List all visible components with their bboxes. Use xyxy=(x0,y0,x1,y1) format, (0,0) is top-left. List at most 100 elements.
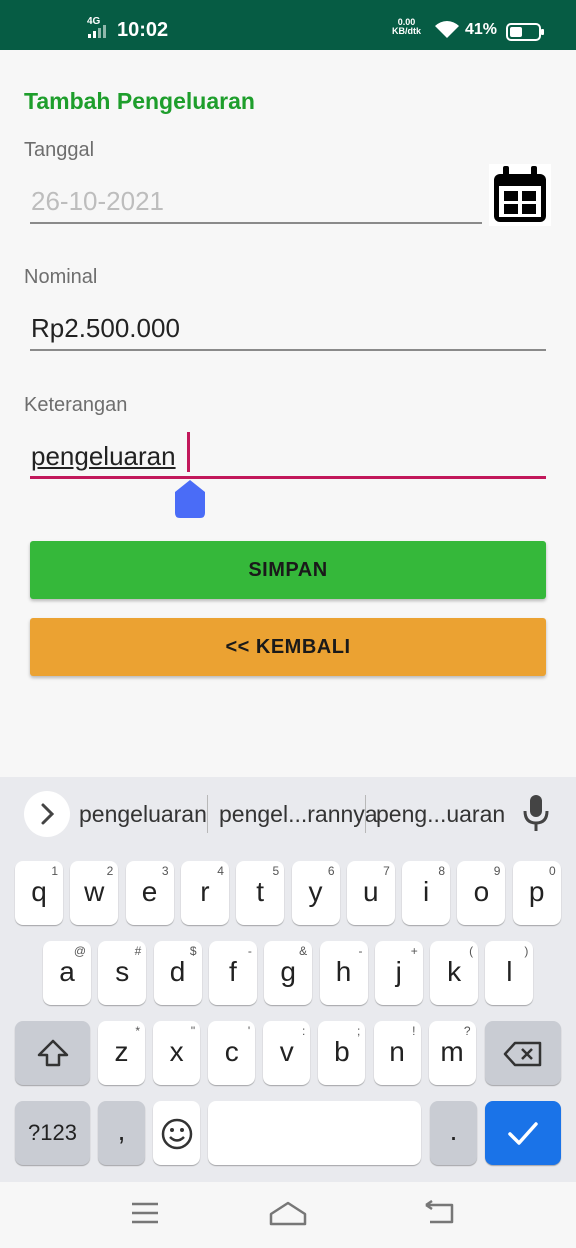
key-h[interactable]: -h xyxy=(319,941,368,1005)
key-g[interactable]: & g xyxy=(264,941,313,1005)
key-q[interactable]: 1q xyxy=(15,861,63,925)
key-label: c xyxy=(224,1036,239,1067)
enter-key[interactable] xyxy=(485,1101,561,1165)
key-label: m xyxy=(440,1036,464,1067)
key-label: w xyxy=(84,876,105,907)
back-button[interactable]: << KEMBALI xyxy=(30,618,546,676)
wifi-icon xyxy=(435,21,459,38)
key-d[interactable]: $ d xyxy=(153,941,202,1005)
shift-key[interactable] xyxy=(15,1021,90,1085)
tanggal-label: Tanggal xyxy=(24,139,95,161)
emoji-icon xyxy=(161,1118,193,1150)
key-label: h xyxy=(335,956,352,987)
comma-label: , xyxy=(117,1115,126,1146)
keyboard: pengeluaran pengel...rannya peng...uaran… xyxy=(0,777,576,1182)
clock: 10:02 xyxy=(117,19,169,41)
backspace-key[interactable] xyxy=(485,1021,561,1085)
key-s[interactable]: # s xyxy=(98,941,147,1005)
key-e[interactable]: 3e xyxy=(125,861,174,925)
battery-icon xyxy=(506,23,544,41)
key-label: i xyxy=(422,876,430,907)
emoji-key[interactable] xyxy=(153,1101,200,1165)
key-i[interactable]: 8i xyxy=(402,861,451,925)
key-b[interactable]: ; b xyxy=(318,1021,366,1085)
tanggal-underline xyxy=(30,222,482,224)
suggestion-3[interactable]: peng...uaran xyxy=(376,801,505,828)
home-icon[interactable] xyxy=(268,1200,308,1231)
keterangan-field[interactable]: pengeluaran xyxy=(31,441,176,472)
key-r[interactable]: 4r xyxy=(180,861,229,925)
tanggal-field[interactable]: 26-10-2021 xyxy=(31,186,164,217)
key-t[interactable]: 5t xyxy=(236,861,285,925)
key-label: d xyxy=(169,956,186,987)
period-key[interactable]: . xyxy=(430,1101,477,1165)
key-label: f xyxy=(229,956,237,987)
suggestion-divider xyxy=(365,795,366,833)
period-label: . xyxy=(449,1115,458,1146)
key-label: j xyxy=(395,956,402,987)
key-o[interactable]: 9o xyxy=(457,861,506,925)
symbols-key[interactable]: ?123 xyxy=(15,1101,90,1165)
navigation-bar xyxy=(0,1182,576,1248)
shift-icon xyxy=(37,1039,69,1067)
key-label: g xyxy=(280,956,296,987)
expand-arrow-icon[interactable] xyxy=(24,791,70,837)
nominal-label: Nominal xyxy=(24,266,98,288)
key-m[interactable]: ? m xyxy=(428,1021,476,1085)
key-w[interactable]: 2w xyxy=(70,861,119,925)
key-k[interactable]: (k xyxy=(430,941,479,1005)
key-a[interactable]: @ a xyxy=(43,941,91,1005)
key-label: v xyxy=(279,1036,294,1067)
comma-key[interactable]: , xyxy=(98,1101,145,1165)
key-x[interactable]: " x xyxy=(153,1021,201,1085)
key-label: b xyxy=(334,1036,350,1067)
key-label: q xyxy=(31,876,47,907)
key-y[interactable]: 6y xyxy=(291,861,340,925)
key-l[interactable]: ) l xyxy=(485,941,534,1005)
back-icon[interactable] xyxy=(424,1199,456,1229)
suggestion-divider xyxy=(207,795,208,833)
checkmark-icon xyxy=(508,1122,538,1145)
microphone-icon[interactable] xyxy=(520,793,552,836)
key-label: e xyxy=(141,876,158,907)
text-caret xyxy=(187,432,190,472)
page-title: Tambah Pengeluaran xyxy=(24,88,255,114)
key-j[interactable]: + j xyxy=(374,941,423,1005)
symbols-label: ?123 xyxy=(28,1120,77,1145)
status-bar: 4G 10:02 0.00 KB/dtk 41% xyxy=(0,0,576,50)
key-v[interactable]: :v xyxy=(263,1021,311,1085)
key-n[interactable]: ! n xyxy=(373,1021,421,1085)
save-button[interactable]: SIMPAN xyxy=(30,541,546,599)
key-label: t xyxy=(256,876,265,907)
cursor-handle-icon[interactable] xyxy=(175,480,205,518)
key-p[interactable]: 0p xyxy=(512,861,561,925)
key-label: l xyxy=(506,956,513,987)
keterangan-underline xyxy=(30,476,546,479)
net-speed: 0.00 KB/dtk xyxy=(392,18,421,36)
key-label: y xyxy=(308,876,323,907)
key-z[interactable]: * z xyxy=(98,1021,145,1085)
key-label: n xyxy=(389,1036,405,1067)
key-label: p xyxy=(528,876,545,907)
key-label: a xyxy=(59,956,75,987)
calendar-icon[interactable] xyxy=(489,164,551,226)
space-key[interactable] xyxy=(208,1101,421,1165)
signal-icon xyxy=(88,25,106,38)
keterangan-label: Keterangan xyxy=(24,394,128,416)
key-f[interactable]: -f xyxy=(208,941,257,1005)
nominal-field[interactable]: Rp2.500.000 xyxy=(31,313,180,344)
key-label: u xyxy=(363,876,379,907)
suggestion-1[interactable]: pengeluaran xyxy=(79,801,207,828)
menu-icon[interactable] xyxy=(130,1200,160,1229)
key-label: s xyxy=(115,956,130,987)
key-label: k xyxy=(447,956,462,987)
suggestion-2[interactable]: pengel...rannya xyxy=(219,801,378,828)
nominal-underline xyxy=(30,349,546,351)
backspace-icon xyxy=(503,1041,542,1067)
key-c[interactable]: ' c xyxy=(208,1021,256,1085)
key-label: z xyxy=(114,1036,129,1067)
key-label: x xyxy=(169,1036,184,1067)
suggestion-strip: pengeluaran pengel...rannya peng...uaran xyxy=(0,777,576,855)
battery-percent: 41% xyxy=(465,21,498,38)
key-u[interactable]: 7u xyxy=(346,861,395,925)
